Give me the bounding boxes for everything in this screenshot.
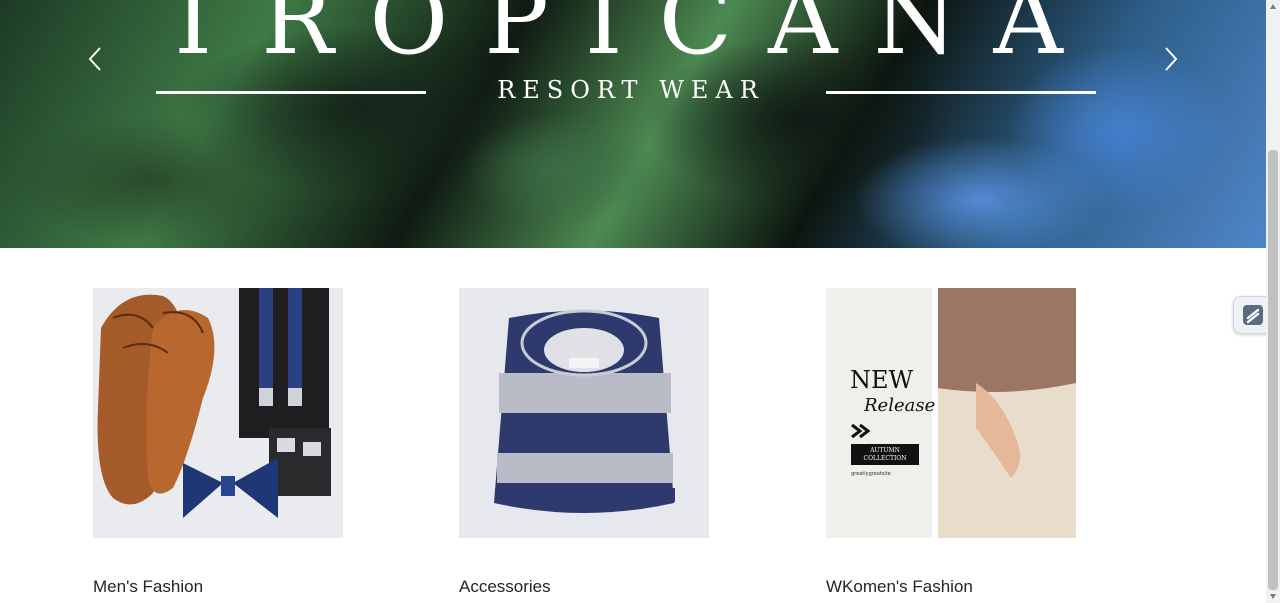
stripe-logo-icon	[1243, 305, 1263, 325]
carousel-prev-button[interactable]	[80, 44, 110, 74]
brand-tagline: RESORT WEAR	[497, 76, 765, 104]
card-title[interactable]: WKomen's Fashion	[826, 577, 973, 597]
page-scrollbar[interactable]	[1266, 0, 1280, 603]
promo-button-line1: AUTUMN	[869, 447, 900, 454]
card-title[interactable]: Accessories	[459, 577, 551, 597]
logo-rule-right	[826, 91, 1096, 94]
brand-logo: TROPICANA	[161, 0, 1099, 76]
promo-site: greatlygreatsite	[851, 471, 891, 477]
logo-rule-left	[156, 91, 426, 94]
promo-headline: NEW	[850, 366, 914, 394]
womens-fashion-image[interactable]: NEW Release AUTUMN COLLECTION greatlygre…	[826, 288, 1076, 538]
promo-button-line2: COLLECTION	[864, 455, 907, 462]
promo-script: Release	[863, 395, 935, 416]
carousel-next-button[interactable]	[1156, 44, 1186, 74]
category-card-womens-fashion[interactable]: NEW Release AUTUMN COLLECTION greatlygre…	[826, 288, 1076, 596]
card-title[interactable]: Men's Fashion	[93, 577, 203, 597]
category-card-mens-fashion[interactable]: Men's Fashion	[93, 288, 343, 596]
scrollbar-thumb[interactable]	[1268, 150, 1278, 590]
category-card-accessories[interactable]: Accessories	[459, 288, 709, 596]
mens-fashion-image[interactable]	[93, 288, 343, 538]
chevron-left-icon	[88, 47, 101, 71]
hero-carousel: TROPICANA RESORT WEAR	[0, 0, 1266, 248]
chevron-right-icon	[1165, 47, 1178, 71]
scroll-down-icon[interactable]	[1269, 592, 1277, 600]
accessories-image[interactable]	[459, 288, 709, 538]
scroll-up-icon[interactable]	[1269, 3, 1277, 11]
